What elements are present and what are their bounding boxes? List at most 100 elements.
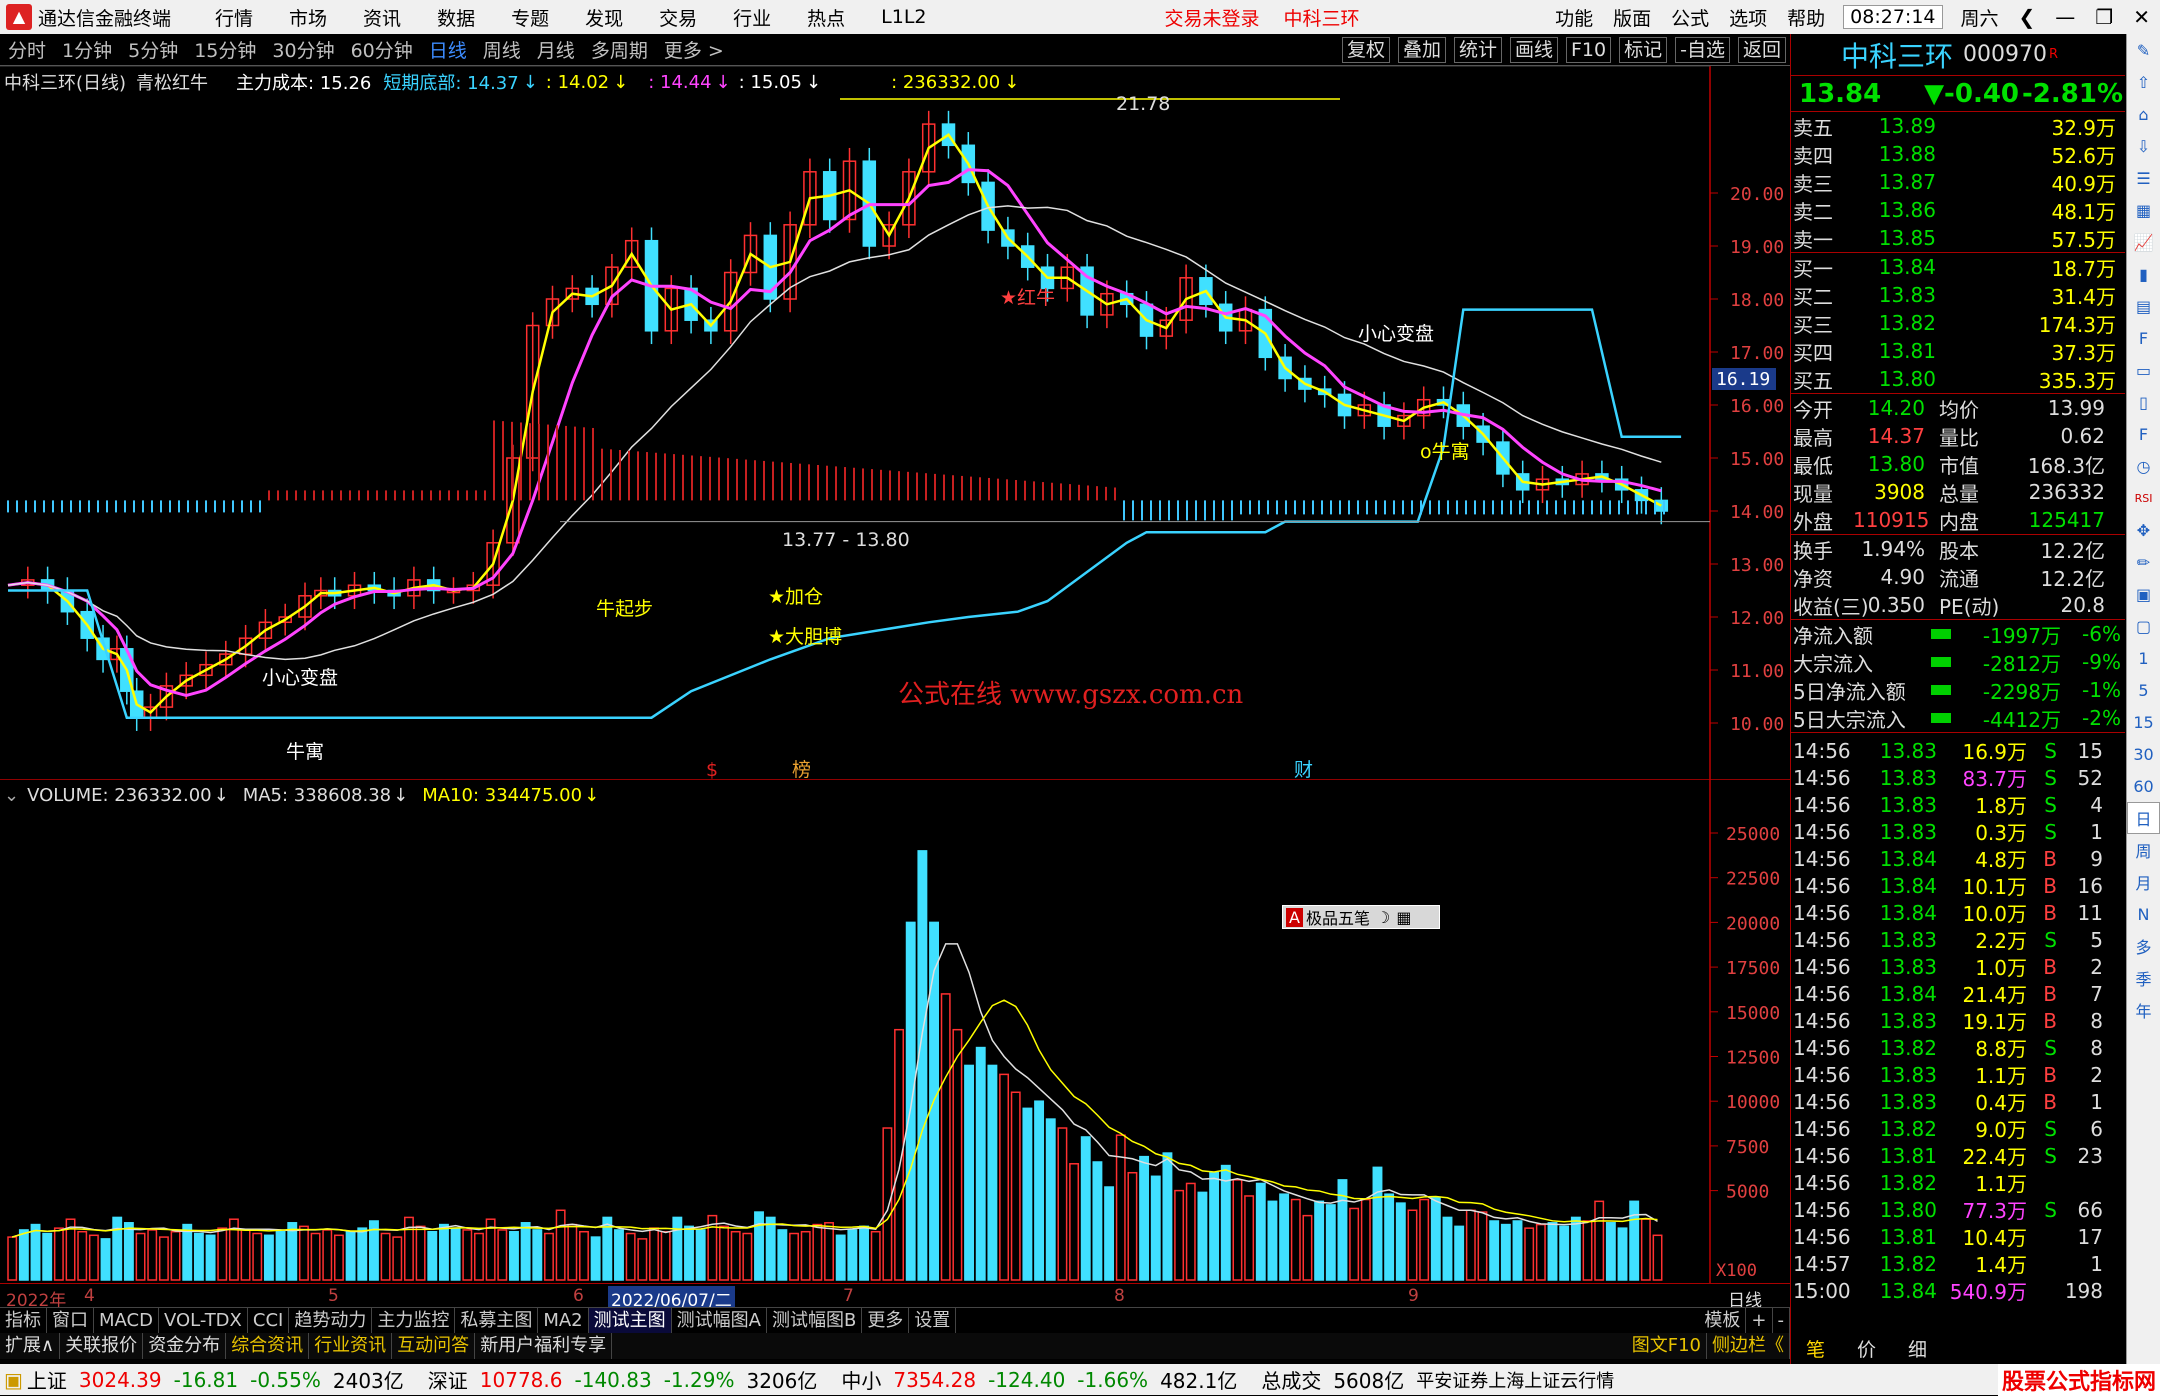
tab-main-monitor[interactable]: 主力监控 (372, 1307, 456, 1334)
period-day[interactable]: 日 (2127, 802, 2160, 834)
tick-row[interactable]: 14:56 13.83 19.1万 B 8 (1791, 1007, 2125, 1035)
menu-function[interactable]: 功能 (1555, 4, 1593, 31)
tick-row[interactable]: 14:56 13.83 1.8万 S 4 (1791, 791, 2125, 819)
ime-popup[interactable]: A 极品五笔 ☽ ▦ (1282, 905, 1440, 929)
period-1[interactable]: 1 (2127, 642, 2160, 674)
tab-capital[interactable]: 资金分布 (143, 1333, 227, 1359)
home-icon[interactable]: ⌂ (2127, 98, 2160, 130)
pin-icon[interactable]: ✎ (2127, 34, 2160, 66)
period-60[interactable]: 60 (2127, 770, 2160, 802)
tick-row[interactable]: 14:56 13.83 83.7万 S 52 (1791, 764, 2125, 792)
tab-ma2[interactable]: MA2 (538, 1307, 589, 1334)
menu-options[interactable]: 选项 (1729, 4, 1767, 31)
period-tab[interactable]: 30分钟 (272, 36, 334, 63)
rsi-icon[interactable]: RSI (2127, 482, 2160, 514)
tab-test-main[interactable]: 测试主图 (588, 1307, 672, 1334)
tick-row[interactable]: 14:56 13.83 16.9万 S 15 (1791, 737, 2125, 765)
period-tab[interactable]: 周线 (483, 36, 521, 63)
period-30[interactable]: 30 (2127, 738, 2160, 770)
grid-icon[interactable]: ▦ (2127, 194, 2160, 226)
period-tab[interactable]: 月线 (537, 36, 575, 63)
period-5[interactable]: 5 (2127, 674, 2160, 706)
tool-back[interactable]: 返回 (1737, 36, 1786, 63)
move-icon[interactable]: ✥ (2127, 514, 2160, 546)
volume-chart[interactable]: 25000 22500 20000 17500 15000 12500 10000 7500 5… (0, 780, 1790, 1283)
period-tab[interactable]: 60分钟 (351, 36, 413, 63)
f5-icon[interactable]: F (2127, 418, 2160, 450)
tick-row[interactable]: 14:56 13.80 77.3万 S 66 (1791, 1196, 2125, 1224)
period-week[interactable]: 周 (2127, 834, 2160, 866)
tick-row[interactable]: 14:56 13.81 22.4万 S 23 (1791, 1142, 2125, 1170)
period-tab[interactable]: 分时 (8, 36, 46, 63)
tool-draw[interactable]: 画线 (1509, 36, 1558, 63)
tab-settings[interactable]: 设置 (909, 1307, 957, 1334)
tick-row[interactable]: 14:56 13.83 0.4万 B 1 (1791, 1088, 2125, 1116)
menu-item[interactable]: 专题 (511, 4, 549, 31)
fs-icon[interactable]: ▣ (2127, 578, 2160, 610)
page-icon[interactable]: ▯ (2127, 386, 2160, 418)
tab-add[interactable]: + (1746, 1307, 1773, 1334)
menu-item[interactable]: 行情 (215, 4, 253, 31)
tab-cci[interactable]: CCI (248, 1307, 290, 1334)
menu-item[interactable]: 行业 (733, 4, 771, 31)
tab-newuser[interactable]: 新用户福利专享 (475, 1333, 613, 1359)
menu-item[interactable]: 热点 (807, 4, 845, 31)
period-year[interactable]: 年 (2127, 994, 2160, 1026)
tab-vol-tdx[interactable]: VOL-TDX (159, 1307, 248, 1334)
period-tab[interactable]: 5分钟 (128, 36, 178, 63)
trade-status[interactable]: 交易未登录 (1165, 4, 1260, 31)
book-row[interactable]: 卖四 13.88 52.6万 (1791, 140, 2125, 168)
tab-more[interactable]: 更多 (862, 1307, 910, 1334)
period-tab[interactable]: 多周期 (591, 36, 648, 63)
index-name[interactable]: 上证 (27, 1365, 67, 1394)
menu-item[interactable]: L1L2 (881, 6, 926, 28)
chart-line-icon[interactable]: 📈 (2127, 226, 2160, 258)
period-month[interactable]: 月 (2127, 866, 2160, 898)
period-tab-daily[interactable]: 日线 (429, 36, 467, 63)
restore-icon[interactable]: ❐ (2095, 5, 2113, 29)
menu-help[interactable]: 帮助 (1787, 4, 1825, 31)
menu-item[interactable]: 发现 (585, 4, 623, 31)
book-row[interactable]: 买四 13.81 37.3万 (1791, 337, 2125, 365)
menu-formula[interactable]: 公式 (1671, 4, 1709, 31)
keyboard-icon[interactable]: ▦ (1396, 908, 1411, 927)
candle-icon[interactable]: ▮ (2127, 258, 2160, 290)
index-name[interactable]: 深证 (428, 1365, 468, 1394)
tool-adjust[interactable]: 复权 (1341, 36, 1390, 63)
book-row[interactable]: 买三 13.82 174.3万 (1791, 309, 2125, 337)
menu-item[interactable]: 市场 (289, 4, 327, 31)
tick-row[interactable]: 14:56 13.83 1.1万 B 2 (1791, 1061, 2125, 1089)
footer-tab[interactable]: 细 (1908, 1335, 1927, 1362)
tab-test-b[interactable]: 测试幅图B (767, 1307, 863, 1334)
tick-row[interactable]: 14:56 13.81 10.4万 17 (1791, 1223, 2125, 1251)
tool-overlay[interactable]: 叠加 (1397, 36, 1446, 63)
book-row[interactable]: 买五 13.80 335.3万 (1791, 365, 2125, 393)
clock-icon[interactable]: ◷ (2127, 450, 2160, 482)
tick-row[interactable]: 14:56 13.84 21.4万 B 7 (1791, 980, 2125, 1008)
window-icon[interactable]: ▢ (2127, 610, 2160, 642)
tick-row[interactable]: 14:56 13.83 1.0万 B 2 (1791, 953, 2125, 981)
tab-news[interactable]: 综合资讯 (226, 1333, 310, 1359)
tab-f10[interactable]: 图文F10 (1627, 1333, 1707, 1359)
book-row[interactable]: 卖三 13.87 40.9万 (1791, 168, 2125, 196)
book-row[interactable]: 卖一 13.85 57.5万 (1791, 224, 2125, 252)
tab-test-a[interactable]: 测试幅图A (672, 1307, 767, 1334)
book-row[interactable]: 买一 13.84 18.7万 (1791, 253, 2125, 281)
footer-tab[interactable]: 笔 (1806, 1335, 1825, 1362)
tick-list[interactable]: 14:56 13.83 16.9万 S 15 14:56 13.83 83.7万 S 52 14:5… (1791, 733, 2125, 1305)
menu-layout[interactable]: 版面 (1613, 4, 1651, 31)
tab-sidebar[interactable]: 侧边栏《 (1707, 1333, 1790, 1359)
book-row[interactable]: 买二 13.83 31.4万 (1791, 281, 2125, 309)
pen-icon[interactable]: ✏ (2127, 546, 2160, 578)
tab-macd[interactable]: MACD (94, 1307, 159, 1334)
up-arrow-icon[interactable]: ⇧ (2127, 66, 2160, 98)
list-icon[interactable]: ☰ (2127, 162, 2160, 194)
index-name[interactable]: 中小 (841, 1365, 881, 1394)
back-icon[interactable]: ❮ (2019, 5, 2036, 29)
period-season[interactable]: 季 (2127, 962, 2160, 994)
menu-item[interactable]: 资讯 (363, 4, 401, 31)
close-icon[interactable]: ✕ (2133, 5, 2150, 29)
period-multi[interactable]: 多 (2127, 930, 2160, 962)
tab-qa[interactable]: 互动问答 (392, 1333, 476, 1359)
price-chart[interactable]: 20.00 19.00 18.00 17.00 16.00 15.00 14.00 13.00… (0, 66, 1790, 780)
